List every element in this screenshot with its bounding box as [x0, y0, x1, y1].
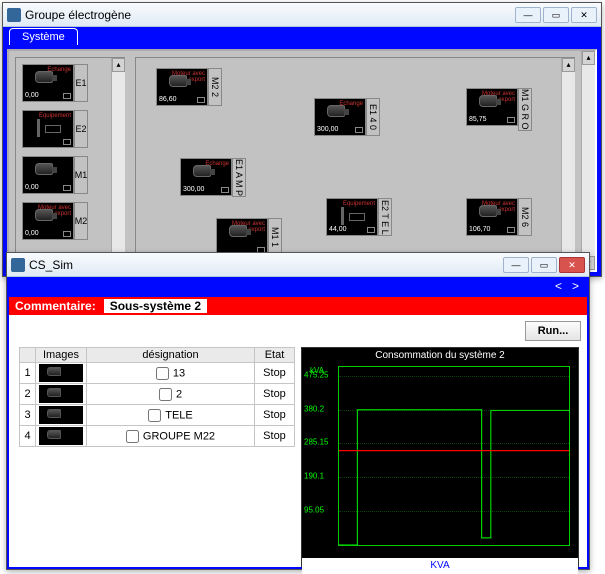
- canvas-scrollbar[interactable]: ▴▾: [581, 51, 595, 270]
- palette-scrollbar[interactable]: ▴▾: [111, 58, 125, 266]
- table-row[interactable]: 2 2 Stop: [20, 384, 295, 405]
- x-axis-label: KVA: [302, 558, 578, 574]
- eq-label: M1: [74, 156, 88, 194]
- eq-E2TEL[interactable]: Equipement44,00 E2 T E L: [326, 198, 392, 236]
- eq-M1GRO[interactable]: Moteur avec export85,75 M1 G R O: [466, 88, 532, 131]
- sim-title: CS_Sim: [29, 258, 73, 272]
- nav-prev-icon[interactable]: <: [555, 279, 562, 293]
- main-title: Groupe électrogène: [25, 8, 131, 22]
- tab-systeme[interactable]: Système: [9, 28, 78, 45]
- main-titlebar[interactable]: Groupe électrogène — ▭ ✕: [3, 3, 601, 27]
- row-checkbox[interactable]: [159, 388, 172, 401]
- eq-label: M1 1: [268, 218, 282, 256]
- eq-E1AMP[interactable]: Echange300,00 E1 A M P: [180, 158, 246, 197]
- main-window: Groupe électrogène — ▭ ✕ Système Echange…: [2, 2, 602, 277]
- eq-E2[interactable]: Equipement E2: [22, 110, 88, 148]
- app-icon: [11, 258, 25, 272]
- etat-cell[interactable]: Stop: [255, 426, 295, 447]
- diagram-area[interactable]: Moteur avec export86,60 M2 2 Echange300,…: [135, 57, 575, 267]
- col-images[interactable]: Images: [36, 348, 87, 363]
- table-pane: Images désignation Etat 1 13 Stop 2 2: [9, 343, 299, 563]
- eq-label: M2 6: [518, 198, 532, 236]
- col-designation[interactable]: désignation: [87, 348, 255, 363]
- eq-E140[interactable]: Echange300,00 E1 4 0: [314, 98, 380, 136]
- etat-cell[interactable]: Stop: [255, 363, 295, 384]
- diagram-scrollbar[interactable]: ▴▾: [561, 58, 575, 266]
- run-button[interactable]: Run...: [525, 321, 581, 341]
- minimize-button[interactable]: —: [503, 257, 529, 273]
- equipment-palette: Echange0,00 E1 Equipement E2 0,00 M1 Mot…: [15, 57, 125, 267]
- comment-bar: Commentaire: Sous-système 2: [9, 297, 587, 315]
- consumption-chart: Consommation du système 2 kVA KVA 95.051…: [301, 347, 579, 567]
- close-button[interactable]: ✕: [571, 7, 597, 23]
- eq-M11[interactable]: Moteur avec export M1 1: [216, 218, 282, 256]
- eq-M2[interactable]: Moteur avec export0,00 M2: [22, 202, 88, 240]
- eq-M26[interactable]: Moteur avec export106,70 M2 6: [466, 198, 532, 236]
- eq-label: M1 G R O: [518, 88, 532, 131]
- equipment-table: Images désignation Etat 1 13 Stop 2 2: [19, 347, 295, 447]
- close-button[interactable]: ✕: [559, 257, 585, 273]
- col-etat[interactable]: Etat: [255, 348, 295, 363]
- row-checkbox[interactable]: [156, 367, 169, 380]
- maximize-button[interactable]: ▭: [543, 7, 569, 23]
- eq-label: M2 2: [208, 68, 222, 106]
- diagram-canvas[interactable]: Echange0,00 E1 Equipement E2 0,00 M1 Mot…: [7, 49, 597, 272]
- app-icon: [7, 8, 21, 22]
- eq-M1[interactable]: 0,00 M1: [22, 156, 88, 194]
- eq-label: E1 4 0: [366, 98, 380, 136]
- etat-cell[interactable]: Stop: [255, 384, 295, 405]
- table-row[interactable]: 4 GROUPE M22 Stop: [20, 426, 295, 447]
- eq-E1[interactable]: Echange0,00 E1: [22, 64, 88, 102]
- table-row[interactable]: 3 TELE Stop: [20, 405, 295, 426]
- sim-nav: < >: [7, 277, 589, 295]
- tabstrip: Système: [3, 27, 601, 45]
- nav-next-icon[interactable]: >: [572, 279, 579, 293]
- eq-label: M2: [74, 202, 88, 240]
- etat-cell[interactable]: Stop: [255, 405, 295, 426]
- commentaire-value: Sous-système 2: [104, 299, 207, 313]
- chart-title: Consommation du système 2: [302, 348, 578, 363]
- chart-pane: Consommation du système 2 kVA KVA 95.051…: [299, 343, 587, 563]
- sim-window: CS_Sim — ▭ ✕ < > Commentaire: Sous-systè…: [6, 252, 590, 570]
- table-row[interactable]: 1 13 Stop: [20, 363, 295, 384]
- commentaire-label: Commentaire:: [15, 299, 96, 313]
- eq-label: E1: [74, 64, 88, 102]
- maximize-button[interactable]: ▭: [531, 257, 557, 273]
- eq-label: E2 T E L: [378, 198, 392, 236]
- row-checkbox[interactable]: [126, 430, 139, 443]
- sim-titlebar[interactable]: CS_Sim — ▭ ✕: [7, 253, 589, 277]
- eq-label: E1 A M P: [232, 158, 246, 197]
- minimize-button[interactable]: —: [515, 7, 541, 23]
- row-checkbox[interactable]: [148, 409, 161, 422]
- eq-M22[interactable]: Moteur avec export86,60 M2 2: [156, 68, 222, 106]
- eq-label: E2: [74, 110, 88, 148]
